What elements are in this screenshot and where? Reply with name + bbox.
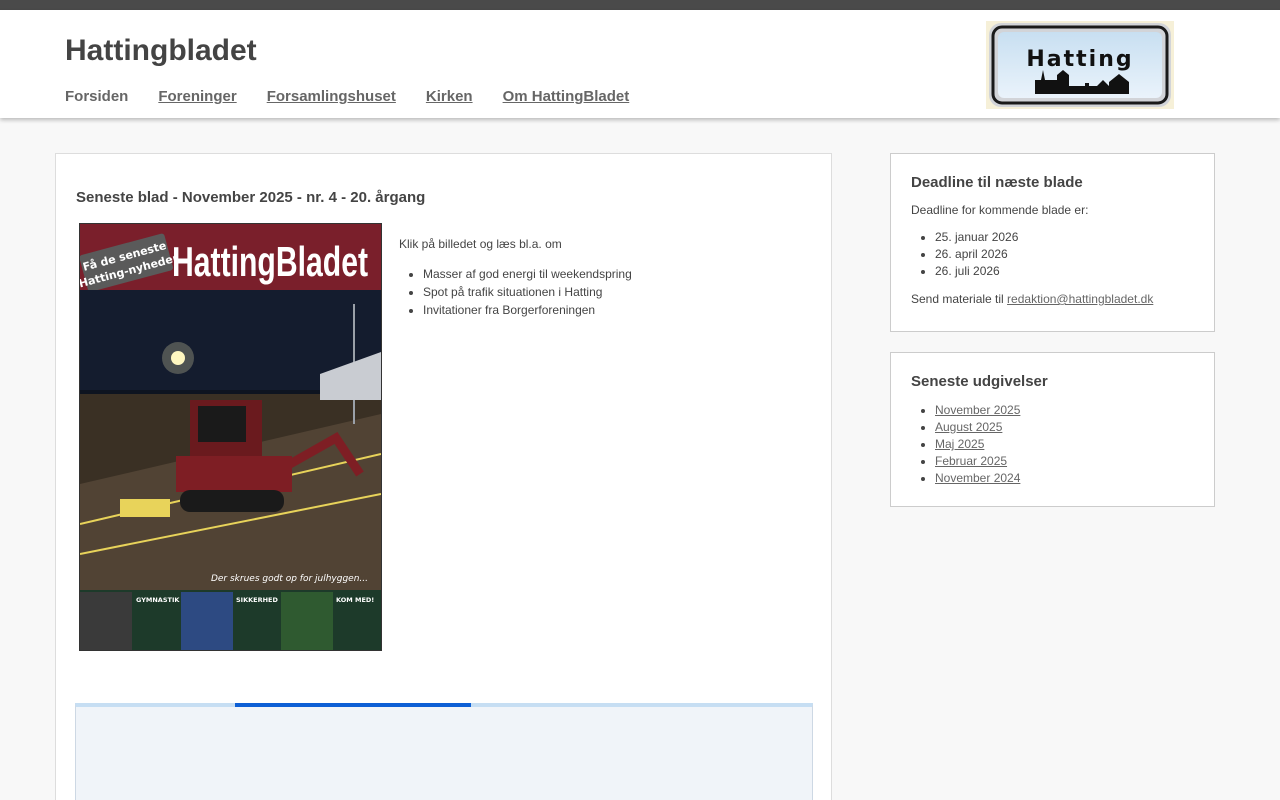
town-sign-logo: Hatting <box>986 21 1174 109</box>
issue-intro: Klik på billedet og læs bl.a. om Masser … <box>399 237 819 319</box>
tabbed-panel <box>75 703 813 800</box>
cover-masthead: HattingBladet <box>172 238 368 285</box>
send-prefix: Send materiale til <box>911 292 1008 306</box>
latest-issue-panel: Seneste blad - November 2025 - nr. 4 - 2… <box>55 153 832 800</box>
main-nav: Forsiden Foreninger Forsamlingshuset Kir… <box>65 88 659 105</box>
magazine-cover-image[interactable]: HattingBladet Få de seneste Hatting-nyhe… <box>79 223 382 651</box>
release-item: August 2025 <box>935 419 1194 436</box>
logo-text: Hatting <box>1026 47 1133 72</box>
release-link[interactable]: Maj 2025 <box>935 437 984 451</box>
release-item: Maj 2025 <box>935 436 1194 453</box>
highlights-list: Masser af god energi til weekendspring S… <box>399 265 819 319</box>
cover-illustration: HattingBladet Få de seneste Hatting-nyhe… <box>80 224 381 650</box>
nav-item-forsamlingshuset[interactable]: Forsamlingshuset <box>267 88 396 105</box>
highlight-item: Masser af god energi til weekendspring <box>423 265 819 283</box>
cover-feature-tag-1: GYMNASTIK <box>136 596 180 604</box>
nav-item-forsiden[interactable]: Forsiden <box>65 88 128 105</box>
cover-feature-tag-3: KOM MED! <box>336 596 374 604</box>
active-tab-indicator[interactable] <box>235 703 471 707</box>
deadline-heading: Deadline til næste blade <box>911 174 1083 191</box>
issue-title: Seneste blad - November 2025 - nr. 4 - 2… <box>76 189 426 206</box>
send-material-line: Send materiale til redaktion@hattingblad… <box>911 292 1194 306</box>
releases-heading: Seneste udgivelser <box>911 373 1048 390</box>
intro-text: Klik på billedet og læs bl.a. om <box>399 237 562 251</box>
nav-item-foreninger[interactable]: Foreninger <box>158 88 236 105</box>
highlight-item: Invitationer fra Borgerforeningen <box>423 301 819 319</box>
deadline-date: 26. april 2026 <box>935 246 1194 263</box>
deadline-date: 26. juli 2026 <box>935 263 1194 280</box>
site-header: Hattingbladet Forsiden Foreninger Forsam… <box>0 10 1280 118</box>
releases-list: November 2025 August 2025 Maj 2025 Febru… <box>911 402 1194 487</box>
release-item: November 2024 <box>935 470 1194 487</box>
top-bar <box>0 0 1280 10</box>
site-title[interactable]: Hattingbladet <box>65 34 257 68</box>
release-link[interactable]: November 2025 <box>935 403 1020 417</box>
nav-item-kirken[interactable]: Kirken <box>426 88 473 105</box>
releases-box: Seneste udgivelser November 2025 August … <box>890 352 1215 507</box>
cover-feature-tag-2: SIKKERHED <box>236 596 278 604</box>
email-link[interactable]: redaktion@hattingbladet.dk <box>1007 292 1153 306</box>
nav-item-om-hattingbladet[interactable]: Om HattingBladet <box>503 88 630 105</box>
highlight-item: Spot på trafik situationen i Hatting <box>423 283 819 301</box>
deadline-dates-list: 25. januar 2026 26. april 2026 26. juli … <box>911 229 1194 280</box>
deadline-text: Deadline for kommende blade er: <box>911 203 1089 217</box>
release-link[interactable]: November 2024 <box>935 471 1020 485</box>
cover-caption: Der skrues godt op for julhyggen... <box>211 574 368 584</box>
release-item: Februar 2025 <box>935 453 1194 470</box>
release-link[interactable]: August 2025 <box>935 420 1002 434</box>
release-link[interactable]: Februar 2025 <box>935 454 1007 468</box>
deadline-box: Deadline til næste blade Deadline for ko… <box>890 153 1215 332</box>
release-item: November 2025 <box>935 402 1194 419</box>
deadline-date: 25. januar 2026 <box>935 229 1194 246</box>
